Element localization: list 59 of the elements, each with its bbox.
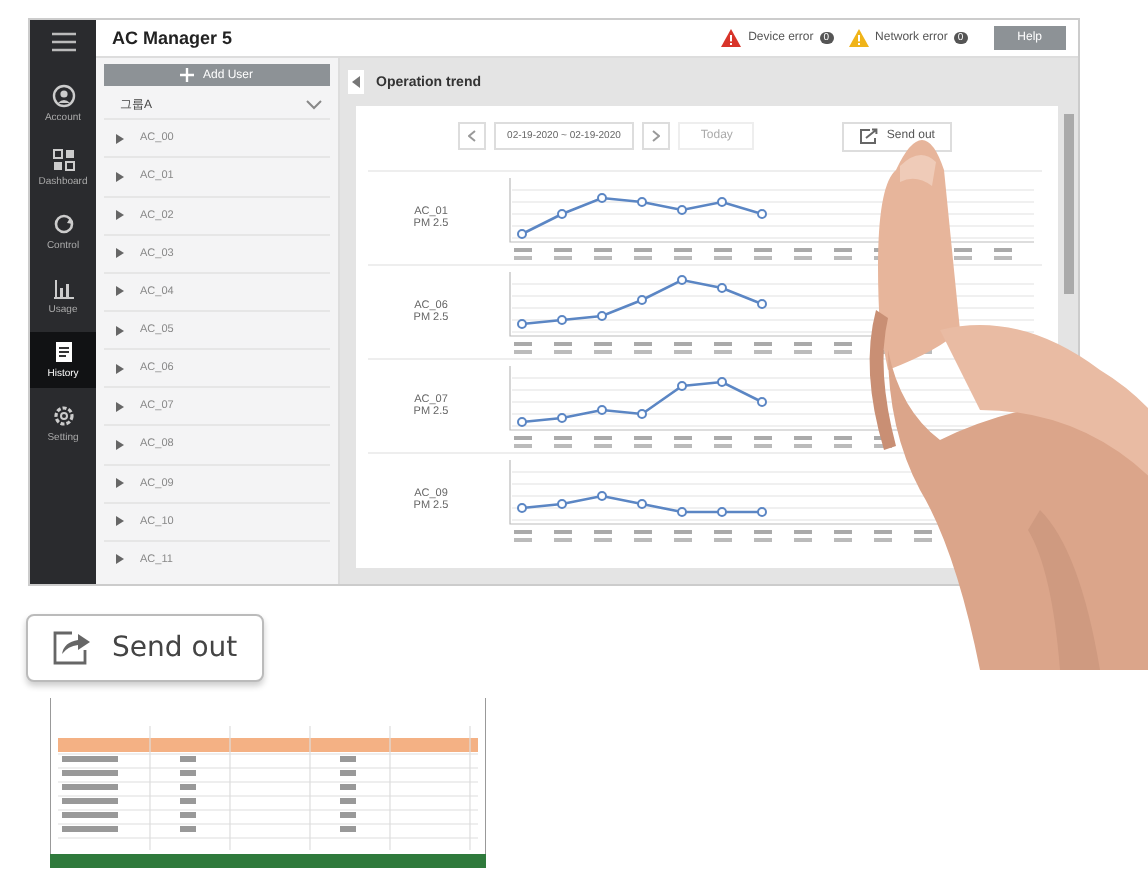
caret-icon [116, 286, 124, 297]
data-point [637, 196, 647, 206]
data-point [717, 196, 727, 206]
caret-icon [116, 171, 124, 182]
data-point [557, 498, 567, 508]
chevron-left-icon [467, 130, 476, 142]
caret-icon [116, 516, 124, 527]
data-point [557, 412, 567, 422]
data-point [597, 192, 607, 202]
scrollbar[interactable] [1064, 114, 1074, 294]
data-point [597, 310, 607, 320]
data-point [717, 376, 727, 386]
previous-button[interactable] [457, 122, 486, 150]
plus-icon [180, 68, 195, 83]
data-point [517, 228, 527, 238]
data-point [517, 502, 527, 512]
chevron-down-icon [306, 100, 322, 111]
export-icon [52, 630, 92, 666]
data-point [757, 396, 767, 406]
caret-icon [116, 325, 124, 335]
caret-icon [116, 133, 124, 144]
caret-icon [116, 210, 124, 221]
person-icon [51, 84, 75, 108]
export-icon [860, 128, 879, 144]
data-point [677, 506, 687, 516]
data-point [717, 282, 727, 292]
data-point [757, 298, 767, 308]
collapse-icon [348, 70, 364, 94]
data-point [677, 204, 687, 214]
data-point [637, 498, 647, 508]
caret-icon [116, 554, 124, 565]
settings-icon [51, 404, 75, 428]
caret-icon [116, 248, 124, 259]
refresh-icon [51, 212, 75, 236]
caret-icon [116, 363, 124, 374]
caret-icon [116, 478, 124, 489]
data-point [757, 208, 767, 218]
send-out-button[interactable]: Send out [26, 614, 264, 682]
data-point [557, 314, 567, 324]
data-point [557, 208, 567, 218]
chevron-right-icon [652, 130, 661, 142]
data-point [517, 416, 527, 426]
data-point [757, 506, 767, 516]
data-point [637, 294, 647, 304]
app-title: AC Manager 5 [112, 28, 233, 48]
next-button[interactable] [642, 122, 671, 150]
menu-icon [51, 32, 75, 52]
document-icon [51, 340, 75, 364]
data-point [677, 380, 687, 390]
data-point [717, 506, 727, 516]
data-point [597, 490, 607, 500]
caret-icon [116, 401, 124, 412]
data-point [597, 404, 607, 414]
caret-icon [116, 439, 124, 450]
data-point [637, 408, 647, 418]
grid-icon [51, 148, 75, 172]
bar-chart-icon [51, 276, 75, 300]
data-point [517, 318, 527, 328]
data-point [677, 274, 687, 284]
